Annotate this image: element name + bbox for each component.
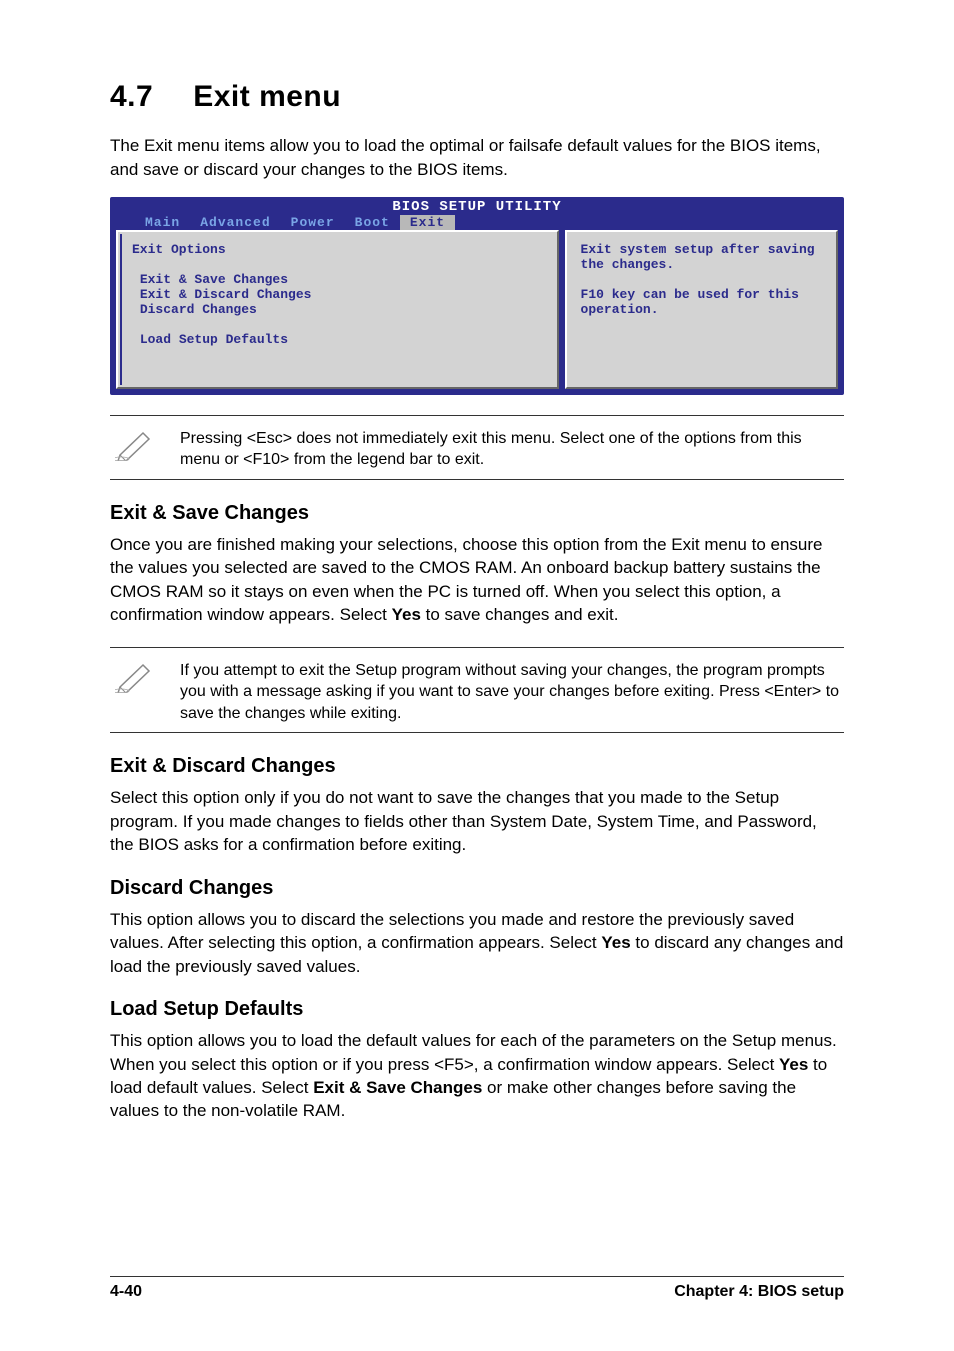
exit-save-inline: Exit & Save Changes — [313, 1078, 482, 1097]
page-footer: 4-40 Chapter 4: BIOS setup — [110, 1276, 844, 1301]
bios-option-exit-discard[interactable]: Exit & Discard Changes — [140, 287, 312, 302]
note-block-2: If you attempt to exit the Setup program… — [110, 647, 844, 734]
bios-setup-window: BIOS SETUP UTILITY Main Advanced Power B… — [110, 197, 844, 395]
load-defaults-pre: This option allows you to load the defau… — [110, 1031, 837, 1073]
note-text-2: If you attempt to exit the Setup program… — [180, 656, 844, 725]
yes-label: Yes — [601, 933, 630, 952]
pencil-note-icon — [110, 656, 160, 696]
tab-exit[interactable]: Exit — [400, 215, 455, 230]
body-exit-save: Once you are finished making your select… — [110, 533, 844, 627]
bios-header: BIOS SETUP UTILITY — [110, 197, 844, 215]
bios-option-exit-save[interactable]: Exit & Save Changes — [140, 272, 288, 287]
chapter-label: Chapter 4: BIOS setup — [674, 1283, 844, 1301]
exit-save-post: to save changes and exit. — [421, 605, 619, 624]
tab-main[interactable]: Main — [135, 215, 190, 230]
tab-boot[interactable]: Boot — [345, 215, 400, 230]
heading-load-defaults: Load Setup Defaults — [110, 998, 844, 1021]
bios-main-panel: Exit Options Exit & Save Changes Exit & … — [116, 230, 559, 389]
yes-label: Yes — [392, 605, 421, 624]
tab-advanced[interactable]: Advanced — [190, 215, 280, 230]
heading-discard: Discard Changes — [110, 877, 844, 900]
bios-option-load-defaults[interactable]: Load Setup Defaults — [140, 332, 288, 347]
page-number: 4-40 — [110, 1283, 142, 1301]
bios-option-discard[interactable]: Discard Changes — [140, 302, 257, 317]
bios-main-title: Exit Options — [132, 242, 226, 257]
bios-tab-bar: Main Advanced Power Boot Exit — [110, 215, 844, 230]
heading-exit-save: Exit & Save Changes — [110, 502, 844, 525]
body-load-defaults: This option allows you to load the defau… — [110, 1029, 844, 1123]
yes-label: Yes — [779, 1055, 808, 1074]
body-exit-discard: Select this option only if you do not wa… — [110, 786, 844, 856]
section-title-text: Exit menu — [193, 80, 341, 113]
pencil-note-icon — [110, 424, 160, 464]
bios-help-panel: Exit system setup after saving the chang… — [565, 230, 838, 389]
heading-exit-discard: Exit & Discard Changes — [110, 755, 844, 778]
note-block-1: Pressing <Esc> does not immediately exit… — [110, 415, 844, 480]
section-title: 4.7 Exit menu — [110, 80, 844, 114]
tab-power[interactable]: Power — [281, 215, 345, 230]
intro-paragraph: The Exit menu items allow you to load th… — [110, 134, 844, 182]
bios-help-text: Exit system setup after saving the chang… — [581, 242, 823, 317]
note-text-1: Pressing <Esc> does not immediately exit… — [180, 424, 844, 471]
section-number: 4.7 — [110, 80, 153, 114]
body-discard: This option allows you to discard the se… — [110, 908, 844, 978]
